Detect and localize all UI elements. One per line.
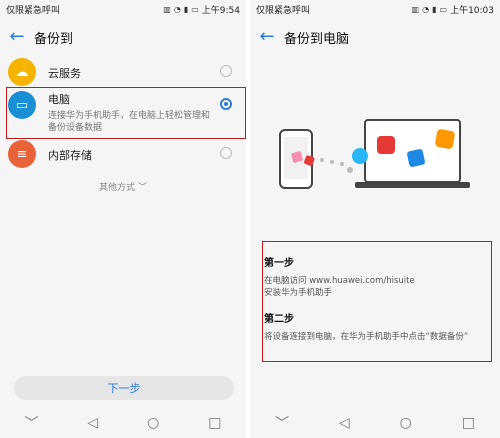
clock: 上午9:54 xyxy=(201,5,240,16)
next-button[interactable]: 下一步 xyxy=(14,376,234,400)
app-bar: ← 备份到电脑 xyxy=(250,20,500,54)
radio-cloud[interactable] xyxy=(220,65,232,77)
step-one-line1: 在电脑访问 www.huawei.com/hisuite xyxy=(264,276,415,286)
message-app-icon xyxy=(352,148,368,164)
transfer-dot xyxy=(340,162,344,166)
back-arrow-icon[interactable]: ← xyxy=(250,20,284,54)
more-options-label: 其他方式 xyxy=(99,183,136,193)
hide-nav-icon[interactable]: ﹀ xyxy=(275,413,289,433)
app-bar: ← 备份到 xyxy=(0,20,246,54)
transfer-dot xyxy=(320,158,324,162)
home-nav-icon[interactable]: ○ xyxy=(400,415,412,431)
hide-nav-icon[interactable]: ﹀ xyxy=(24,413,38,433)
video-app-icon xyxy=(407,149,425,167)
monitor-icon: ▭ xyxy=(8,91,36,119)
vibrate-icon: ▥ xyxy=(163,4,171,14)
transfer-dot xyxy=(330,160,334,164)
step-two-title: 第二步 xyxy=(264,314,294,325)
step-two: 第二步 将设备连接到电脑，在华为手机助手中点击“数据备份” xyxy=(264,310,468,343)
carrier-text: 仅限紧急呼叫 xyxy=(256,5,311,16)
vibrate-icon: ▥ xyxy=(411,4,420,14)
signal-icon: ▮ xyxy=(432,4,437,14)
backup-to-pc-screen: 仅限紧急呼叫 ▥ ◔ ▮ ▭ 上午10:03 ← 备份到电脑 第一步 在电脑访问… xyxy=(250,0,500,438)
status-bar: 仅限紧急呼叫 ▥ ◔ ▮ ▭ 上午9:54 xyxy=(0,0,246,18)
more-options[interactable]: 其他方式 ﹀ xyxy=(0,180,246,193)
status-bar: 仅限紧急呼叫 ▥ ◔ ▮ ▭ 上午10:03 xyxy=(250,0,500,18)
option-internal-storage[interactable]: ≡ 内部存储 xyxy=(8,140,238,168)
option-cloud[interactable]: ☁ 云服务 xyxy=(8,58,238,86)
storage-icon: ≡ xyxy=(8,140,36,168)
chevron-down-icon: ﹀ xyxy=(137,183,147,193)
files-app-icon xyxy=(435,129,455,149)
option-label: 电脑 xyxy=(48,93,70,106)
music-app-icon xyxy=(377,136,395,154)
page-title: 备份到电脑 xyxy=(284,31,350,47)
option-label: 云服务 xyxy=(48,67,81,80)
carrier-text: 仅限紧急呼叫 xyxy=(6,5,61,16)
recents-nav-icon[interactable]: □ xyxy=(462,415,475,431)
step-one: 第一步 在电脑访问 www.huawei.com/hisuite 安装华为手机助… xyxy=(264,254,415,299)
clock: 上午10:03 xyxy=(450,5,494,16)
step-one-line2: 安装华为手机助手 xyxy=(264,288,333,298)
cloud-dot xyxy=(347,167,353,173)
back-nav-icon[interactable]: ◁ xyxy=(87,415,98,431)
backup-to-screen: 仅限紧急呼叫 ▥ ◔ ▮ ▭ 上午9:54 ← 备份到 ☁ 云服务 ▭ 电脑 连… xyxy=(0,0,246,438)
battery-icon: ▭ xyxy=(191,4,199,14)
option-label: 内部存储 xyxy=(48,149,92,162)
option-desc-line2: 备份设备数据 xyxy=(48,123,103,133)
back-arrow-icon[interactable]: ← xyxy=(0,20,34,54)
option-pc[interactable]: ▭ 电脑 连接华为手机助手，在电脑上轻松管理和 备份设备数据 xyxy=(8,91,238,134)
page-title: 备份到 xyxy=(34,31,74,47)
step-two-line1: 将设备连接到电脑，在华为手机助手中点击“数据备份” xyxy=(264,332,469,342)
laptop-base-graphic xyxy=(355,182,470,188)
battery-icon: ▭ xyxy=(439,4,448,14)
cloud-icon: ☁ xyxy=(8,58,36,86)
phone-to-pc-illustration xyxy=(279,119,470,189)
back-nav-icon[interactable]: ◁ xyxy=(339,415,350,431)
radio-storage[interactable] xyxy=(220,147,232,159)
option-desc-line1: 连接华为手机助手，在电脑上轻松管理和 xyxy=(48,111,211,121)
nav-bar: ﹀ ◁ ○ □ xyxy=(0,408,246,438)
wifi-icon: ◔ xyxy=(422,4,430,14)
step-one-title: 第一步 xyxy=(264,258,294,269)
nav-bar: ﹀ ◁ ○ □ xyxy=(250,408,500,438)
recents-nav-icon[interactable]: □ xyxy=(208,415,221,431)
home-nav-icon[interactable]: ○ xyxy=(147,415,159,431)
wifi-icon: ◔ xyxy=(173,4,181,14)
radio-pc[interactable] xyxy=(220,98,232,110)
signal-icon: ▮ xyxy=(183,4,189,14)
